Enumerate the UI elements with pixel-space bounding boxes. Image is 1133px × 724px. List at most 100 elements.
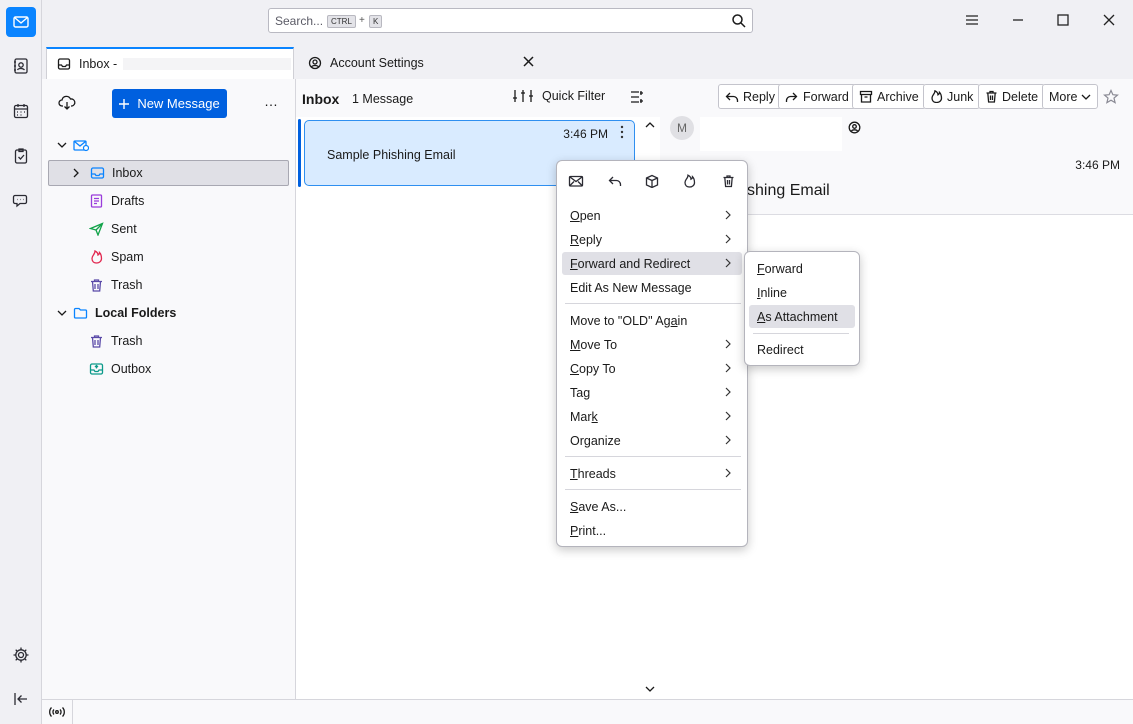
calendar-button[interactable]: [6, 96, 36, 126]
cloud-download-icon: [58, 95, 76, 110]
quick-filter-button[interactable]: Quick Filter: [512, 89, 605, 103]
collapse-spaces-button[interactable]: [6, 684, 36, 714]
folder-sent[interactable]: Sent: [48, 216, 289, 242]
trash-icon: [986, 90, 997, 103]
chevron-down-icon[interactable]: [56, 139, 68, 151]
menu-label: Redirect: [757, 342, 804, 357]
folder-label: Trash: [111, 278, 143, 292]
menu-reply[interactable]: Reply: [562, 228, 742, 251]
menu-forward-and-redirect[interactable]: Forward and Redirect: [562, 252, 742, 275]
folder-local-trash[interactable]: Trash: [48, 328, 289, 354]
junk-label: Junk: [947, 89, 974, 104]
settings-button[interactable]: [6, 640, 36, 670]
delete-button[interactable]: Delete: [978, 84, 1046, 109]
menu-mark[interactable]: Mark: [562, 405, 742, 428]
forward-label: Forward: [803, 89, 849, 104]
search-icon[interactable]: [731, 13, 747, 29]
menu-open[interactable]: Open: [562, 204, 742, 227]
chevron-right-icon: [725, 339, 731, 349]
message-time: 3:46 PM: [563, 127, 608, 141]
inbox-icon: [57, 57, 71, 71]
junk-icon: [931, 90, 943, 103]
scroll-up-icon[interactable]: [645, 121, 655, 129]
outbox-icon: [89, 363, 104, 375]
chevron-right-icon[interactable]: [71, 167, 81, 179]
tab-inbox[interactable]: Inbox -: [46, 47, 294, 79]
folder-inbox[interactable]: Inbox: [48, 160, 289, 186]
menu-save-as[interactable]: Save As...: [562, 495, 742, 518]
menu-move-to-old-again[interactable]: Move to "OLD" Again: [562, 309, 742, 332]
folder-trash[interactable]: Trash: [48, 272, 289, 298]
inbox-icon: [90, 167, 105, 179]
spaces-toolbar: [0, 0, 42, 724]
chevron-right-icon: [725, 258, 731, 268]
folder-drafts[interactable]: Drafts: [48, 188, 289, 214]
message-date: 3:46 PM: [1075, 158, 1120, 172]
close-icon: [1103, 14, 1115, 26]
menu-label: Move To: [570, 337, 618, 352]
calendar-icon: [13, 104, 29, 119]
menu-label: Open: [570, 208, 601, 223]
junk-button[interactable]: Junk: [923, 84, 981, 109]
reply-button[interactable]: Reply: [718, 84, 782, 109]
menu-label: Copy To: [570, 361, 616, 376]
scroll-down-icon[interactable]: [645, 685, 655, 693]
menu-edit-as-new-message[interactable]: Edit As New Message: [562, 276, 742, 299]
archive-icon: [645, 174, 659, 188]
folder-spam[interactable]: Spam: [48, 244, 289, 270]
mail-icon: [13, 16, 29, 28]
spam-icon: [91, 250, 103, 264]
tasks-button[interactable]: [6, 141, 36, 171]
menu-label: Save As...: [570, 499, 627, 514]
junk-icon: [683, 174, 695, 188]
tab-label: Account Settings: [330, 56, 424, 70]
menu-organize[interactable]: Organize: [562, 429, 742, 452]
display-options-button[interactable]: [630, 90, 644, 104]
address-book-button[interactable]: [6, 51, 36, 81]
more-button[interactable]: More: [1042, 84, 1099, 109]
get-messages-button[interactable]: [58, 95, 76, 111]
thread-pane-header: Inbox 1 Message Quick Filter: [296, 79, 660, 117]
menu-tag[interactable]: Tag: [562, 381, 742, 404]
app-menu-button[interactable]: [962, 10, 982, 30]
search-input[interactable]: Search... CTRL + K: [268, 8, 753, 33]
submenu-redirect[interactable]: Redirect: [749, 338, 855, 361]
menu-threads[interactable]: Threads: [562, 462, 742, 485]
menu-label: Threads: [570, 466, 616, 481]
mail-space-button[interactable]: [6, 7, 36, 37]
maximize-button[interactable]: [1053, 10, 1073, 30]
context-archive-button[interactable]: [642, 171, 662, 191]
chevron-down-icon[interactable]: [56, 307, 68, 319]
submenu-inline[interactable]: Inline: [749, 281, 855, 304]
close-tab-button[interactable]: [523, 56, 534, 67]
folder-label: Trash: [111, 334, 143, 348]
context-delete-button[interactable]: [718, 171, 738, 191]
message-subject: Sample Phishing Email: [327, 148, 456, 162]
folder-pane-menu-button[interactable]: …: [264, 93, 279, 109]
account-row[interactable]: [48, 132, 289, 158]
star-button[interactable]: [1103, 89, 1119, 105]
message-menu-icon[interactable]: [620, 125, 624, 139]
message-count: 1 Message: [352, 92, 414, 106]
forward-redirect-submenu: Forward Inline As Attachment Redirect: [744, 251, 860, 366]
mark-read-button[interactable]: [566, 171, 586, 191]
menu-copy-to[interactable]: Copy To: [562, 357, 742, 380]
contact-icon[interactable]: [848, 121, 861, 134]
online-status-button[interactable]: [48, 705, 66, 719]
submenu-as-attachment[interactable]: As Attachment: [749, 305, 855, 328]
tab-account-settings[interactable]: Account Settings: [300, 47, 540, 79]
menu-move-to[interactable]: Move To: [562, 333, 742, 356]
local-folders-row[interactable]: Local Folders: [48, 300, 289, 326]
menu-print[interactable]: Print...: [562, 519, 742, 542]
minimize-button[interactable]: [1008, 10, 1028, 30]
forward-button[interactable]: Forward: [778, 84, 856, 109]
close-window-button[interactable]: [1099, 10, 1119, 30]
menu-separator: [565, 303, 741, 304]
context-junk-button[interactable]: [679, 171, 699, 191]
archive-button[interactable]: Archive: [852, 84, 926, 109]
new-message-button[interactable]: New Message: [112, 89, 227, 118]
context-reply-button[interactable]: [605, 171, 625, 191]
folder-outbox[interactable]: Outbox: [48, 356, 289, 382]
submenu-forward[interactable]: Forward: [749, 257, 855, 280]
chat-button[interactable]: [6, 186, 36, 216]
